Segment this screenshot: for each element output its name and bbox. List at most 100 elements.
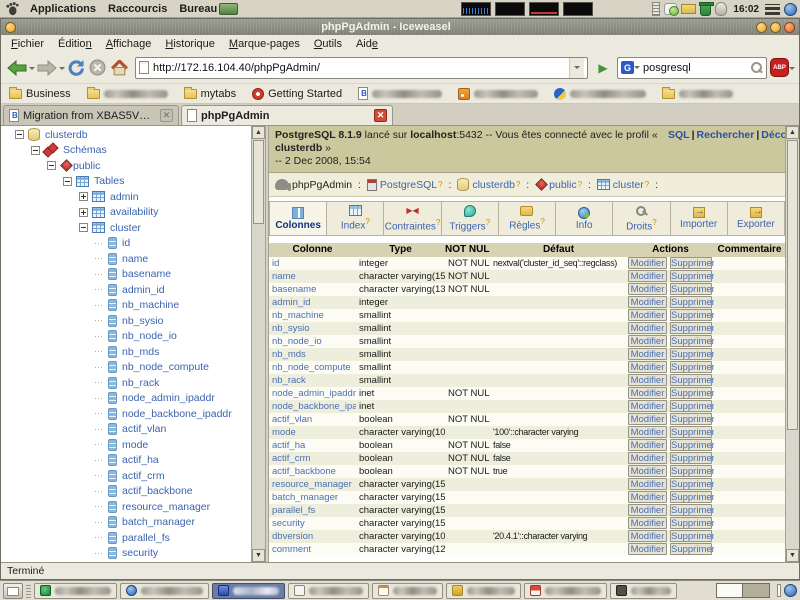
tree-item[interactable]: mode xyxy=(1,437,251,453)
tree-expander-icon[interactable] xyxy=(47,161,56,170)
column-name-link[interactable]: security xyxy=(272,518,305,529)
modify-button[interactable]: Modifier xyxy=(628,465,667,477)
help-link[interactable]: ? xyxy=(652,218,656,227)
column-name-link[interactable]: actif_crm xyxy=(272,453,311,464)
tree-item[interactable]: actif_vlan xyxy=(1,422,251,438)
tree-item[interactable]: actif_backbone xyxy=(1,484,251,500)
help-link[interactable]: ? xyxy=(645,180,649,189)
scroll-down-icon[interactable]: ▼ xyxy=(786,549,799,562)
delete-button[interactable]: Supprimer xyxy=(670,413,712,425)
tree-expander-icon[interactable] xyxy=(95,491,104,492)
tree-expander-icon[interactable] xyxy=(95,351,104,352)
modify-button[interactable]: Modifier xyxy=(628,348,667,360)
taskbar-button[interactable] xyxy=(372,583,443,599)
column-name-link[interactable]: basename xyxy=(272,284,316,295)
tree-expander-icon[interactable] xyxy=(95,522,104,523)
object-tab[interactable]: Index? xyxy=(327,202,384,235)
scrollbar-thumb[interactable] xyxy=(787,140,798,430)
tree-item[interactable]: nb_node_io xyxy=(1,329,251,345)
logout-link[interactable]: Déconnexion xyxy=(761,129,785,141)
column-name-link[interactable]: mode xyxy=(272,427,296,438)
delete-button[interactable]: Supprimer xyxy=(670,387,712,399)
search-engine-dropdown[interactable] xyxy=(634,66,640,72)
mouse-applet-icon[interactable] xyxy=(715,2,727,16)
search-icon[interactable] xyxy=(751,62,763,74)
delete-button[interactable]: Supprimer xyxy=(670,361,712,373)
object-tab[interactable]: Exporter xyxy=(728,202,785,235)
tree-item[interactable]: name xyxy=(1,251,251,267)
bookmark-item[interactable]: Getting Started xyxy=(252,88,342,100)
panel-menu-item[interactable]: Bureau xyxy=(173,3,223,15)
tree-item[interactable]: node_admin_ipaddr xyxy=(1,391,251,407)
delete-button[interactable]: Supprimer xyxy=(670,530,712,542)
bookmark-item[interactable] xyxy=(358,87,442,100)
tree-expander-icon[interactable] xyxy=(95,506,104,507)
url-bar[interactable] xyxy=(135,57,588,79)
taskbar-tray-icon[interactable] xyxy=(784,584,797,597)
bookmark-item[interactable] xyxy=(87,89,168,99)
tree-expander-icon[interactable] xyxy=(95,305,104,306)
taskbar-button[interactable] xyxy=(120,583,209,599)
tree-expander-icon[interactable] xyxy=(15,130,24,139)
tree-item[interactable]: Schémas xyxy=(1,143,251,159)
tree-expander-icon[interactable] xyxy=(95,274,104,275)
tree-expander-icon[interactable] xyxy=(95,444,104,445)
modify-button[interactable]: Modifier xyxy=(628,361,667,373)
delete-button[interactable]: Supprimer xyxy=(670,309,712,321)
tree-item[interactable]: public xyxy=(1,158,251,174)
gnome-menu-icon[interactable] xyxy=(4,1,20,16)
tree-item[interactable]: basename xyxy=(1,267,251,283)
browser-tab[interactable]: phpPgAdmin✕ xyxy=(181,105,393,125)
adblock-icon[interactable]: ABP xyxy=(770,58,789,77)
column-name-link[interactable]: dbversion xyxy=(272,531,313,542)
spring-applet-icon[interactable] xyxy=(652,2,660,16)
maximize-button[interactable] xyxy=(770,22,781,33)
tree-item[interactable]: batch_manager xyxy=(1,515,251,531)
help-link[interactable]: ? xyxy=(438,180,442,189)
taskbar-button[interactable] xyxy=(524,583,607,599)
object-tab[interactable]: Contraintes? xyxy=(384,202,441,235)
tree-item[interactable]: clusterdb xyxy=(1,127,251,143)
modify-button[interactable]: Modifier xyxy=(628,387,667,399)
delete-button[interactable]: Supprimer xyxy=(670,322,712,334)
menu-item[interactable]: Outils xyxy=(308,37,348,51)
browser-tab[interactable]: Migration from XBAS5V1.2 to XBAS5V3...✕ xyxy=(3,105,179,125)
object-tab[interactable]: Colonnes xyxy=(269,202,327,235)
modify-button[interactable]: Modifier xyxy=(628,452,667,464)
tree-item[interactable]: id xyxy=(1,236,251,252)
column-name-link[interactable]: actif_vlan xyxy=(272,414,312,425)
stop-button[interactable] xyxy=(87,55,108,81)
delete-button[interactable]: Supprimer xyxy=(670,400,712,412)
tree-expander-icon[interactable] xyxy=(95,289,104,290)
tree-expander-icon[interactable] xyxy=(95,429,104,430)
modify-button[interactable]: Modifier xyxy=(628,257,667,269)
tree-item[interactable]: Tables xyxy=(1,174,251,190)
delete-button[interactable]: Supprimer xyxy=(670,543,712,555)
bookmark-item[interactable] xyxy=(554,88,646,100)
tree-item[interactable]: nb_sysio xyxy=(1,313,251,329)
menu-item[interactable]: Aide xyxy=(350,37,384,51)
taskbar-button[interactable] xyxy=(34,583,117,599)
clock[interactable]: 16:02 xyxy=(731,4,761,15)
show-desktop-button[interactable] xyxy=(3,583,23,599)
forward-button[interactable] xyxy=(35,55,59,81)
url-input[interactable] xyxy=(153,62,569,74)
delete-button[interactable]: Supprimer xyxy=(670,465,712,477)
help-link[interactable]: ? xyxy=(365,217,369,226)
taskbar-button[interactable] xyxy=(288,583,369,599)
column-name-link[interactable]: nb_rack xyxy=(272,375,306,386)
column-name-link[interactable]: nb_sysio xyxy=(272,323,310,334)
menu-item[interactable]: Historique xyxy=(159,37,221,51)
close-button[interactable] xyxy=(784,22,795,33)
tree-expander-icon[interactable] xyxy=(95,382,104,383)
delete-button[interactable]: Supprimer xyxy=(670,517,712,529)
tree-expander-icon[interactable] xyxy=(95,320,104,321)
bookmark-item[interactable]: Business xyxy=(9,88,71,100)
delete-button[interactable]: Supprimer xyxy=(670,504,712,516)
help-link[interactable]: ? xyxy=(540,217,544,226)
object-tab[interactable]: Règles? xyxy=(499,202,556,235)
tree-item[interactable]: cluster xyxy=(1,220,251,236)
network-tray-icon[interactable] xyxy=(784,3,797,16)
delete-button[interactable]: Supprimer xyxy=(670,426,712,438)
taskbar-button[interactable] xyxy=(212,583,285,599)
